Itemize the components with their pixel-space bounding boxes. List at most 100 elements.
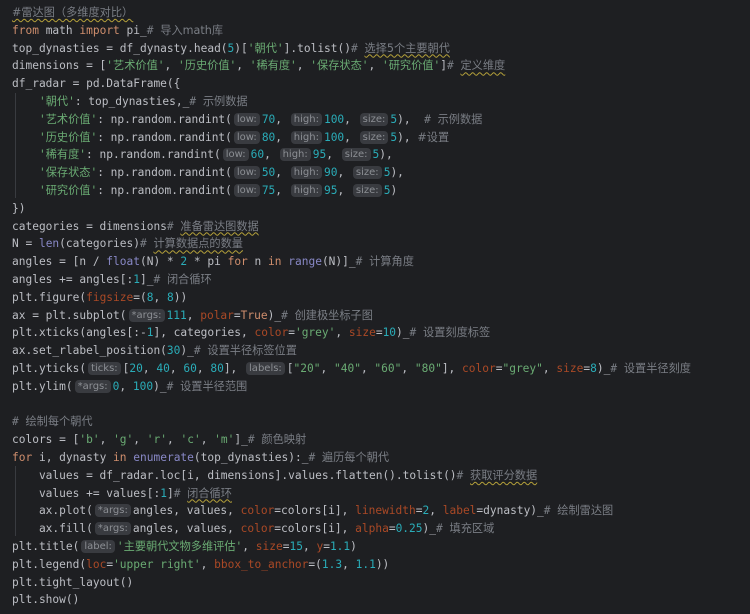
parameter-hint: low: [233,184,260,197]
code-token: polar [200,308,234,322]
code-token: color [254,326,289,340]
code-line[interactable]: dimensions = ['艺术价值', '历史价值', '稀有度', '保存… [12,57,505,75]
code-line[interactable]: # 绘制每个朝代 [12,413,93,431]
code-token: bbox_to_anchor [214,557,309,571]
code-line[interactable]: angles += angles[:1]_# 闭合循环 [12,271,212,289]
code-token: values += values[: [12,486,161,500]
code-token: ) [396,326,403,340]
code-comment: # [543,504,558,518]
code-line[interactable]: '艺术价值': np.random.randint(low: 70, high: 1… [12,111,482,129]
code-token: 100 [132,379,154,393]
code-line[interactable]: '研究价值': np.random.randint(low: 75, high: 9… [12,182,397,200]
code-comment: # [189,95,203,108]
code-token: , [200,557,215,571]
code-token: for [227,255,248,269]
code-comment: 设置半径刻度 [623,362,691,375]
code-comment: 定义维度 [460,59,506,73]
code-token: 8 [166,290,174,304]
code-token: plt.title( [12,540,80,553]
code-comment: # [456,468,471,482]
code-token: '研究价值' [381,59,441,73]
code-token: }) [12,201,26,215]
code-editor[interactable]: #雷达图（多维度对比） from math import pi_# 导入math库… [0,0,750,614]
code-line[interactable]: values = df_radar.loc[i, dimensions].val… [12,467,537,485]
code-line[interactable]: for i, dynasty in enumerate(top_dynastie… [12,449,389,467]
code-token: , [368,59,382,73]
code-token: ), [379,148,393,162]
code-token: 'm' [214,433,235,447]
code-token: 80 [261,130,276,144]
parameter-hint: size: [341,148,371,162]
code-line[interactable]: plt.figure(figsize=(8, 8)) [12,289,187,307]
code-token: size [348,326,376,340]
code-token: 90 [323,166,338,180]
code-line[interactable]: plt.ylim(*args: 0, 100)_# 设置半径范围 [12,378,247,396]
code-token: (categories) [59,237,140,251]
code-token: =colors[i], [274,504,356,518]
code-line[interactable]: }) [12,200,25,218]
code-line[interactable]: '朝代': top_dynasties,_# 示例数据 [12,93,248,111]
code-token: 15 [289,540,303,553]
code-token: 60 [250,148,265,162]
code-comment: 示例数据 [202,95,248,108]
code-token: = [288,326,295,340]
code-token: = [415,504,423,518]
code-comment: # [166,379,181,393]
code-token: , [164,59,179,73]
code-token: (top_dynasties): [193,451,302,464]
code-line[interactable]: '保存状态': np.random.randint(low: 50, high: 9… [12,164,404,182]
code-comment: 填充区域 [449,522,495,536]
parameter-hint: low: [233,112,260,126]
parameter-hint: high: [290,112,322,126]
code-token: = [375,326,383,340]
code-comment: #雷达图（多维度对比） [12,6,134,19]
code-token: figsize [86,290,134,304]
code-line[interactable]: plt.title(label: '主要朝代文物多维评估', size=15, y… [12,538,357,556]
code-line[interactable]: angles = [n / float(N) * 2 * pi for n in… [12,253,414,271]
code-line[interactable]: #雷达图（多维度对比） [12,4,133,22]
code-token: plt.legend( [12,557,87,571]
code-token: ) [153,379,160,393]
code-token: 8 [590,362,597,375]
code-token: , [196,362,211,375]
code-token: 'c' [180,433,201,447]
code-token: , [166,433,181,447]
code-line[interactable]: N = len(categories)# 计算数据点的数量 [12,235,243,253]
code-token: (N)] [321,255,349,269]
code-line[interactable]: categories = dimensions# 准备雷达图数据 [12,218,259,236]
code-token: , [542,362,557,375]
code-line[interactable]: from math import pi_# 导入math库 [12,22,223,40]
code-line[interactable]: plt.xticks(angles[:-1], categories, colo… [12,324,490,342]
code-token: 100 [323,112,345,126]
code-line[interactable]: ax.fill(*args: angles, values, color=colo… [12,520,494,538]
code-line[interactable]: values += values[:1]# 闭合循环 [12,485,232,503]
code-line[interactable]: plt.show() [12,591,79,609]
code-line[interactable]: top_dynasties = df_dynasty.head(5)['朝代']… [12,40,450,58]
code-line[interactable]: df_radar = pd.DataFrame({ [12,75,180,93]
code-line[interactable]: plt.legend(loc='upper right', bbox_to_an… [12,556,389,574]
code-token: = [323,540,330,553]
code-line[interactable]: ax.plot(*args: angles, values, color=colo… [12,502,613,520]
code-token: ], categories, [153,326,255,340]
code-token: = [233,308,241,322]
code-token: float [106,255,140,269]
code-token: 40 [156,362,170,375]
code-line[interactable]: '历史价值': np.random.randint(low: 80, high: 1… [12,129,449,147]
code-line[interactable]: ax.set_rlabel_position(30)_# 设置半径标签位置 [12,342,297,360]
code-comment: 闭合循环 [187,486,232,500]
code-token: 1.1 [329,540,351,553]
code-token: alpha [355,522,389,536]
code-comment: 获取评分数据 [470,468,538,482]
code-line[interactable]: '稀有度': np.random.randint(low: 60, high: 95… [12,146,393,164]
code-token: "60" [374,362,402,375]
code-token: ), [390,166,404,180]
code-line[interactable]: colors = ['b', 'g', 'r', 'c', 'm']_# 颜色映… [12,431,306,449]
code-token: , [236,59,250,73]
code-line[interactable]: plt.yticks(ticks: [20, 40, 60, 80], label… [12,360,691,378]
code-line[interactable]: plt.tight_layout() [12,574,133,592]
code-token: =dynasty) [476,504,538,518]
code-line[interactable]: ax = plt.subplot(*args: 111, polar=True)_… [12,307,373,325]
